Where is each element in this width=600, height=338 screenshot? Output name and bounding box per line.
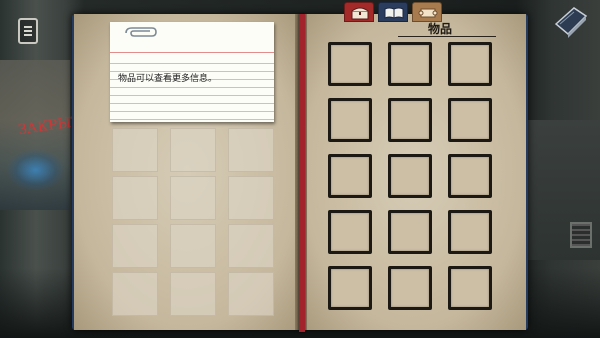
inventory-slot[interactable] xyxy=(448,98,492,142)
journal-tabs xyxy=(344,2,442,22)
notes-grid xyxy=(112,128,274,316)
inventory-slot[interactable] xyxy=(448,210,492,254)
inventory-slot[interactable] xyxy=(328,154,372,198)
bookmark-ribbon xyxy=(299,14,305,332)
tab-document[interactable] xyxy=(378,2,408,22)
info-note-card: 物品可以查看更多信息。 xyxy=(110,22,274,122)
chest-icon xyxy=(351,7,369,20)
tab-map[interactable] xyxy=(412,2,442,22)
inventory-slot[interactable] xyxy=(328,42,372,86)
inventory-slot[interactable] xyxy=(328,266,372,310)
vent-icon xyxy=(570,222,592,248)
title-underline xyxy=(398,36,496,37)
note-text: 物品可以查看更多信息。 xyxy=(118,74,218,84)
notes-grid-cell xyxy=(228,224,274,268)
notes-grid-cell xyxy=(170,176,216,220)
notes-grid-cell xyxy=(112,128,158,172)
scroll-icon xyxy=(418,8,438,18)
notes-grid-cell xyxy=(228,128,274,172)
menu-button[interactable] xyxy=(18,18,38,44)
notes-grid-cell xyxy=(228,272,274,316)
menu-line-icon xyxy=(24,34,32,36)
notes-grid-cell xyxy=(112,224,158,268)
inventory-slot[interactable] xyxy=(388,98,432,142)
blue-stain xyxy=(8,150,63,190)
tab-inventory[interactable] xyxy=(344,2,374,22)
inventory-title: 物品 xyxy=(428,22,453,36)
notes-grid-cell xyxy=(112,272,158,316)
inventory-slot[interactable] xyxy=(448,266,492,310)
inventory-slot[interactable] xyxy=(388,42,432,86)
inventory-slots xyxy=(328,42,492,310)
menu-line-icon xyxy=(24,26,32,28)
inventory-slot[interactable] xyxy=(448,154,492,198)
inventory-slot[interactable] xyxy=(328,98,372,142)
left-page: 物品可以查看更多信息。 xyxy=(74,14,300,330)
notes-grid-cell xyxy=(112,176,158,220)
journal-book: 物品可以查看更多信息。 物品 xyxy=(72,14,528,332)
inventory-slot[interactable] xyxy=(388,266,432,310)
notes-grid-cell xyxy=(170,128,216,172)
notes-grid-cell xyxy=(170,272,216,316)
paperclip-icon xyxy=(125,27,157,37)
open-book-icon xyxy=(384,7,404,19)
inventory-slot[interactable] xyxy=(388,154,432,198)
inventory-slot[interactable] xyxy=(328,210,372,254)
notes-grid-cell xyxy=(170,224,216,268)
journal-icon[interactable] xyxy=(552,4,588,38)
inventory-slot[interactable] xyxy=(448,42,492,86)
inventory-slot[interactable] xyxy=(388,210,432,254)
notes-grid-cell xyxy=(228,176,274,220)
menu-line-icon xyxy=(24,30,32,32)
right-page: 物品 xyxy=(302,14,526,330)
